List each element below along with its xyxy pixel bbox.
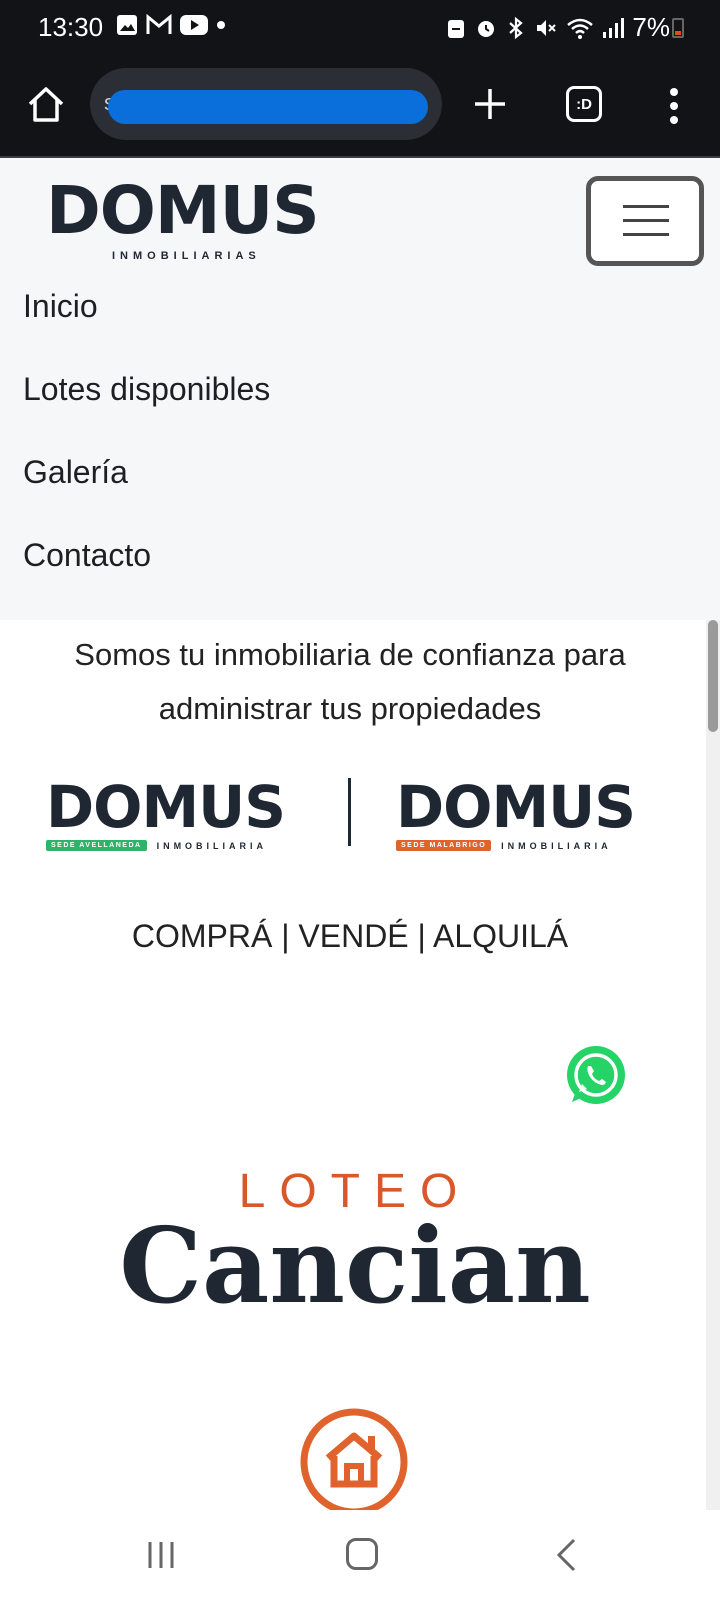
new-tab-icon[interactable] bbox=[470, 82, 510, 126]
nav-item-contacto[interactable]: Contacto bbox=[23, 535, 270, 618]
loteo-name: Cancian bbox=[119, 1204, 591, 1327]
status-bar: 13:30 7% bbox=[0, 0, 720, 56]
more-menu-icon[interactable] bbox=[664, 84, 684, 128]
main-nav: Inicio Lotes disponibles Galería Contact… bbox=[23, 286, 270, 618]
menu-toggle-button[interactable] bbox=[586, 176, 704, 266]
brand-name: DOMUS bbox=[396, 773, 636, 841]
logo-sub-text: INMOBILIARIAS bbox=[112, 250, 261, 262]
brand-name: DOMUS bbox=[46, 773, 286, 841]
domus-logo[interactable]: DOMUS INMOBILIARIAS bbox=[46, 172, 320, 263]
tab-switcher-button[interactable]: :D bbox=[566, 86, 602, 122]
services-line: COMPRÁ | VENDÉ | ALQUILÁ bbox=[131, 918, 569, 954]
page-scrollbar[interactable] bbox=[706, 620, 720, 1510]
menu-line bbox=[623, 219, 669, 222]
bluetooth-icon bbox=[509, 16, 524, 39]
notification-icons bbox=[116, 14, 226, 36]
battery-percent: 7% bbox=[632, 12, 670, 42]
nav-item-galeria[interactable]: Galería bbox=[23, 452, 270, 535]
brand-divider bbox=[348, 778, 351, 846]
logo-main-text: DOMUS bbox=[46, 172, 320, 249]
home-button[interactable] bbox=[346, 1538, 378, 1570]
brand-inmo: INMOBILIARIA bbox=[501, 840, 612, 851]
browser-toolbar: s :D bbox=[0, 56, 720, 158]
brand-logos: DOMUS SEDE AVELLANEDA INMOBILIARIA DOMUS… bbox=[46, 778, 666, 858]
house-location-icon bbox=[300, 1408, 408, 1510]
menu-line bbox=[623, 205, 669, 208]
nav-item-inicio[interactable]: Inicio bbox=[23, 286, 270, 369]
brand-malabrigo: DOMUS SEDE MALABRIGO INMOBILIARIA bbox=[396, 773, 636, 851]
youtube-icon bbox=[180, 15, 208, 35]
image-icon bbox=[117, 15, 137, 35]
brand-avellaneda: DOMUS SEDE AVELLANEDA INMOBILIARIA bbox=[46, 773, 286, 851]
loteo-cancian-logo: LOTEO Cancian bbox=[100, 1168, 610, 1318]
tagline: Somos tu inmobiliaria de confianza para … bbox=[74, 637, 626, 726]
signal-icon bbox=[603, 17, 625, 38]
recent-apps-icon[interactable] bbox=[146, 1540, 176, 1570]
back-icon[interactable] bbox=[554, 1538, 578, 1572]
lock-icon bbox=[448, 19, 465, 38]
brand-sede-badge: SEDE AVELLANEDA bbox=[46, 840, 147, 851]
wifi-icon bbox=[567, 18, 594, 39]
brand-sede-badge: SEDE MALABRIGO bbox=[396, 840, 492, 851]
url-redaction bbox=[108, 90, 428, 124]
dot-icon bbox=[217, 21, 225, 29]
system-nav-bar bbox=[0, 1510, 720, 1600]
system-icons: 7% bbox=[446, 12, 670, 43]
menu-line bbox=[623, 233, 669, 236]
mute-icon bbox=[537, 19, 557, 36]
home-icon[interactable] bbox=[24, 82, 68, 126]
scrollbar-thumb[interactable] bbox=[708, 620, 718, 732]
url-bar[interactable]: s bbox=[90, 68, 442, 140]
nav-item-lotes[interactable]: Lotes disponibles bbox=[23, 369, 270, 452]
brand-inmo: INMOBILIARIA bbox=[156, 840, 268, 851]
battery-icon bbox=[672, 18, 684, 38]
whatsapp-icon[interactable] bbox=[564, 1044, 628, 1108]
status-time: 13:30 bbox=[38, 12, 104, 42]
alarm-icon bbox=[478, 20, 495, 37]
gmail-icon bbox=[146, 14, 172, 34]
